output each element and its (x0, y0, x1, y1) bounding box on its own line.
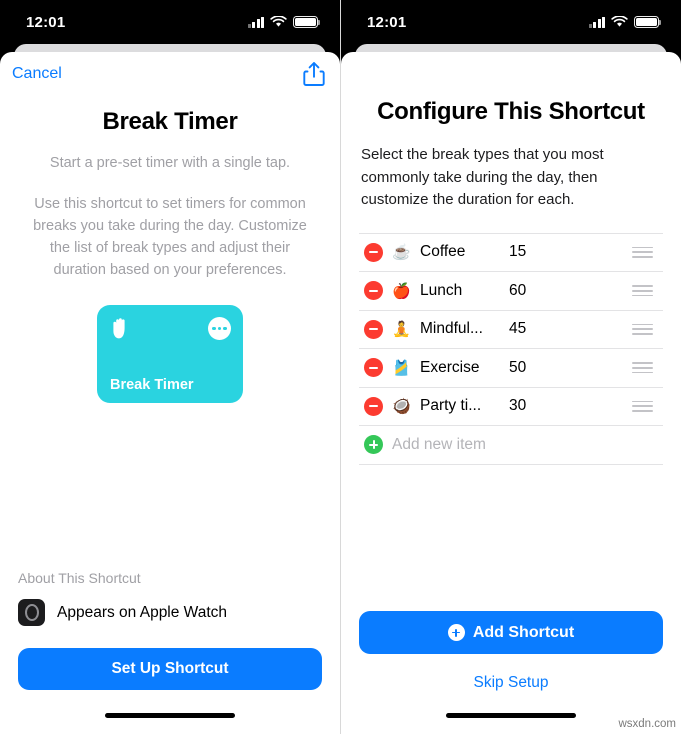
list-item-name[interactable]: Party ti... (420, 397, 500, 415)
right-sheet-body: Configure This Shortcut Select the break… (341, 52, 681, 696)
drag-handle-icon[interactable] (632, 285, 653, 297)
drag-handle-icon[interactable] (632, 362, 653, 374)
add-new-item-label[interactable]: Add new item (392, 436, 486, 454)
about-row-apple-watch: Appears on Apple Watch (18, 599, 322, 626)
drag-handle-icon[interactable] (632, 323, 653, 335)
page-title: Configure This Shortcut (377, 98, 645, 125)
list-item-name[interactable]: Mindful... (420, 320, 500, 338)
wifi-icon (270, 16, 287, 27)
minus-circle-icon[interactable] (364, 281, 383, 301)
running-shirt-icon: 🎽 (392, 359, 411, 377)
left-status-bar: 12:01 (0, 0, 340, 44)
list-item[interactable]: ☕ Coffee 15 (359, 234, 663, 272)
meditation-icon: 🧘 (392, 321, 411, 339)
ellipsis-icon[interactable] (208, 317, 231, 341)
list-item-duration[interactable]: 50 (509, 359, 526, 377)
raised-hand-icon (113, 318, 125, 339)
left-sheet-nav: Cancel (0, 52, 340, 96)
shortcut-tile-label: Break Timer (110, 377, 194, 394)
home-indicator[interactable] (446, 712, 576, 718)
minus-circle-icon[interactable] (364, 242, 383, 262)
plus-circle-icon (447, 624, 465, 641)
add-shortcut-button[interactable]: Add Shortcut (359, 611, 663, 654)
about-heading: About This Shortcut (18, 570, 141, 586)
left-sheet-body: Break Timer Start a pre-set timer with a… (0, 96, 340, 696)
minus-circle-icon[interactable] (364, 319, 383, 339)
page-description: Select the break types that you most com… (361, 146, 604, 208)
drag-handle-icon[interactable] (632, 400, 653, 412)
add-new-item-row[interactable]: Add new item (359, 426, 663, 465)
list-item-duration[interactable]: 30 (509, 397, 526, 415)
left-phone-screen: 12:01 Cancel Break Timer Start a pre-set… (0, 0, 340, 734)
left-home-indicator-wrap (0, 696, 340, 734)
drag-handle-icon[interactable] (632, 246, 653, 258)
minus-circle-icon[interactable] (364, 396, 383, 416)
plus-circle-icon[interactable] (364, 435, 383, 455)
right-bottom-actions: Add Shortcut Skip Setup (359, 611, 663, 696)
skip-setup-button[interactable]: Skip Setup (474, 674, 549, 692)
status-time: 12:01 (26, 13, 66, 31)
battery-icon (634, 16, 662, 28)
list-item-duration[interactable]: 45 (509, 320, 526, 338)
list-item[interactable]: 🥥 Party ti... 30 (359, 388, 663, 426)
page-subtitle: Start a pre-set timer with a single tap. (49, 155, 291, 171)
watermark: wsxdn.com (618, 718, 676, 730)
list-item[interactable]: 🧘 Mindful... 45 (359, 311, 663, 349)
cancel-button[interactable]: Cancel (12, 65, 62, 83)
page-description: Use this shortcut to set timers for comm… (33, 196, 307, 279)
set-up-shortcut-button[interactable]: Set Up Shortcut (18, 648, 322, 690)
coffee-icon: ☕ (392, 244, 411, 262)
battery-icon (293, 16, 321, 28)
page-title: Break Timer (102, 108, 238, 135)
right-sheet: Configure This Shortcut Select the break… (341, 52, 681, 734)
add-shortcut-label: Add Shortcut (472, 623, 575, 641)
status-icons-group (247, 16, 321, 28)
status-time: 12:01 (367, 13, 407, 31)
wifi-icon (611, 16, 628, 27)
about-section: About This Shortcut Appears on Apple Wat… (18, 570, 322, 696)
share-icon[interactable] (303, 61, 325, 87)
list-item[interactable]: 🍎 Lunch 60 (359, 272, 663, 311)
list-item-duration[interactable]: 60 (509, 282, 526, 300)
list-item[interactable]: 🎽 Exercise 50 (359, 349, 663, 388)
list-item-duration[interactable]: 15 (509, 243, 526, 261)
home-indicator[interactable] (105, 712, 235, 718)
minus-circle-icon[interactable] (364, 358, 383, 378)
list-item-name[interactable]: Coffee (420, 243, 500, 261)
right-status-bar: 12:01 (341, 0, 681, 44)
shortcut-tile-wrap: Break Timer (18, 305, 322, 404)
cellular-bars-icon (247, 16, 264, 28)
list-item-name[interactable]: Exercise (420, 359, 500, 377)
about-row-label: Appears on Apple Watch (57, 603, 228, 621)
shortcut-tile[interactable]: Break Timer (97, 305, 243, 404)
break-types-list: ☕ Coffee 15 🍎 Lunch 60 🧘 Mindful... 45 🎽… (359, 232, 663, 465)
apple-icon: 🍎 (392, 282, 411, 300)
left-sheet: Cancel Break Timer Start a pre-set timer… (0, 52, 340, 734)
list-item-name[interactable]: Lunch (420, 282, 500, 300)
status-icons-group (588, 16, 662, 28)
right-phone-screen: 12:01 Configure This Shortcut Select the… (340, 0, 681, 734)
apple-watch-icon (18, 599, 45, 626)
dual-screenshot-container: 12:01 Cancel Break Timer Start a pre-set… (0, 0, 681, 734)
cellular-bars-icon (588, 16, 605, 28)
coconut-drink-icon: 🥥 (392, 398, 411, 416)
